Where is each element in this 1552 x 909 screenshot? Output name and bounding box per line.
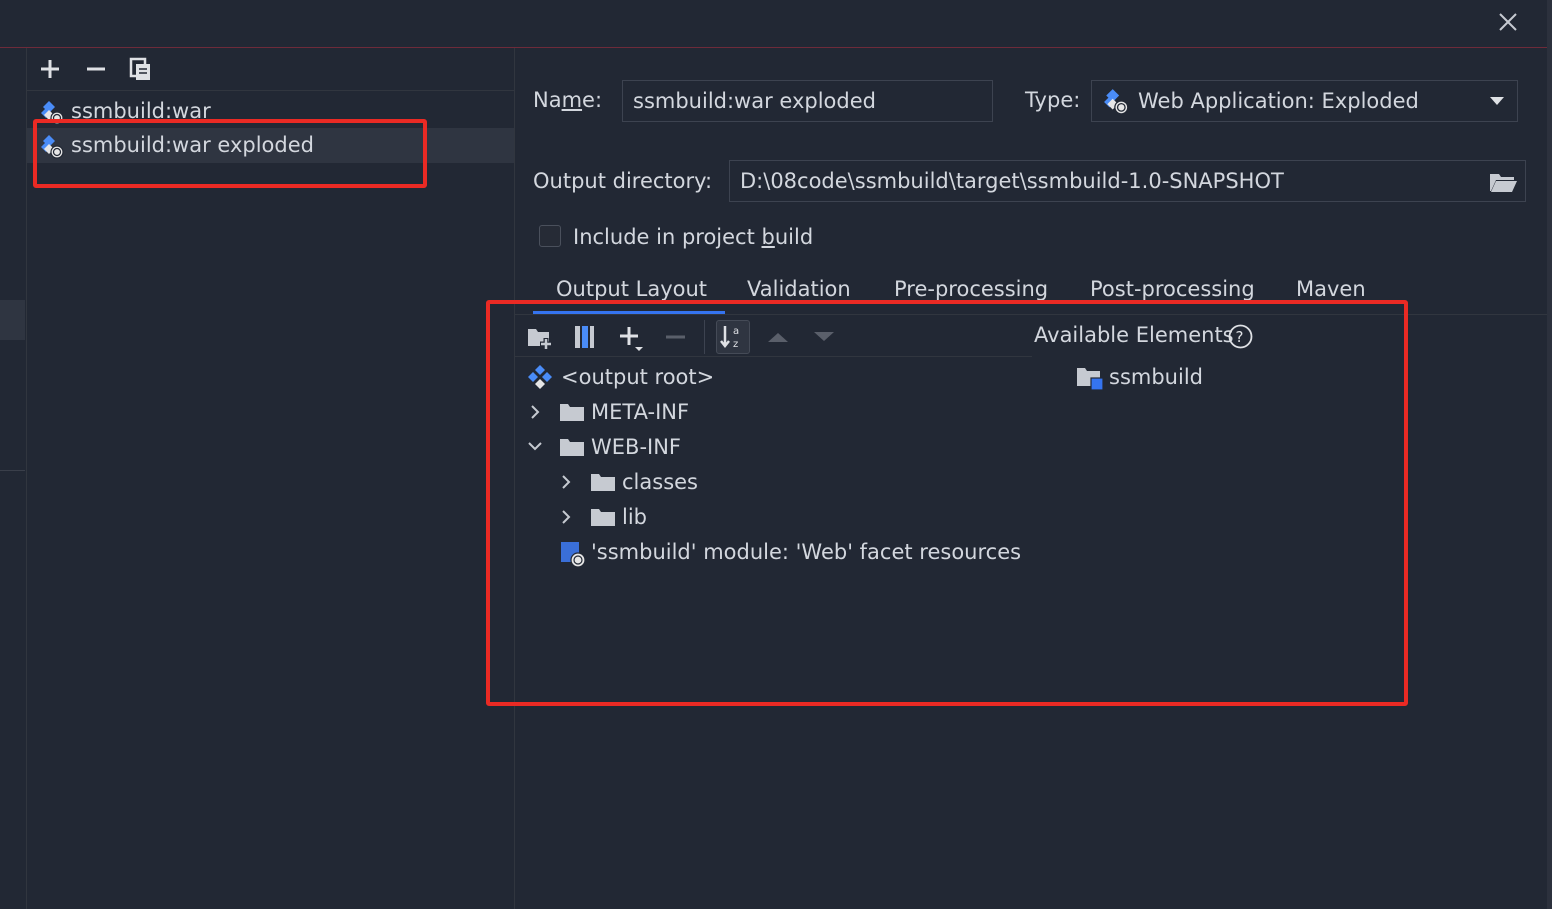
side-strip-selection	[0, 300, 25, 340]
artifact-label: ssmbuild:war exploded	[71, 133, 314, 157]
side-strip	[0, 48, 27, 909]
tab-output-layout[interactable]: Output Layout	[556, 277, 707, 301]
tree-item-label: lib	[622, 505, 647, 529]
window-edge	[1547, 0, 1552, 909]
type-value: Web Application: Exploded	[1138, 89, 1419, 113]
tree-item-label: META-INF	[591, 400, 690, 424]
include-in-build-checkbox[interactable]	[539, 225, 561, 247]
columns-icon[interactable]	[570, 322, 600, 352]
artifact-item-war-exploded[interactable]: ssmbuild:war exploded	[27, 128, 514, 163]
war-exploded-artifact-icon	[40, 134, 66, 160]
output-root-icon	[527, 364, 553, 390]
side-strip-divider	[0, 470, 25, 471]
name-label: Name:	[533, 88, 603, 112]
chevron-down-icon[interactable]	[1488, 95, 1506, 107]
folder-icon	[590, 470, 616, 494]
toolbar-separator	[704, 320, 705, 354]
add-copy-icon[interactable]	[616, 322, 646, 352]
output-directory-label: Output directory:	[533, 169, 713, 193]
available-item-label: ssmbuild	[1109, 365, 1203, 389]
folder-browse-icon[interactable]	[1488, 170, 1518, 194]
output-directory-field[interactable]: D:\08code\ssmbuild\target\ssmbuild-1.0-S…	[729, 160, 1526, 202]
tree-item-web-facet-resources[interactable]: 'ssmbuild' module: 'Web' facet resources	[515, 535, 1032, 570]
tab-pre-processing[interactable]: Pre-processing	[894, 277, 1048, 301]
remove-icon[interactable]	[661, 322, 691, 352]
name-field[interactable]: ssmbuild:war exploded	[622, 80, 993, 122]
folder-icon	[559, 435, 585, 459]
tab-maven[interactable]: Maven	[1296, 277, 1366, 301]
tree-item-label: classes	[622, 470, 698, 494]
available-elements-title: Available Elements	[1034, 323, 1234, 347]
tree-item-classes[interactable]: classes	[515, 465, 1032, 500]
svg-text:a: a	[733, 326, 739, 337]
title-bar	[0, 0, 1552, 48]
new-directory-icon[interactable]	[525, 322, 555, 352]
chevron-right-icon[interactable]	[558, 508, 574, 526]
add-icon[interactable]	[36, 55, 64, 83]
copy-icon[interactable]	[127, 55, 155, 83]
svg-text:z: z	[733, 339, 738, 350]
web-facet-icon	[560, 540, 588, 568]
war-artifact-icon	[40, 100, 66, 126]
chevron-right-icon[interactable]	[558, 473, 574, 491]
close-icon[interactable]	[1494, 8, 1522, 36]
include-in-build-label: Include in project build	[573, 225, 814, 249]
tree-item-label: 'ssmbuild' module: 'Web' facet resources	[591, 540, 1022, 564]
sort-alpha-icon[interactable]: az	[716, 320, 750, 354]
help-icon[interactable]: ?	[1228, 324, 1253, 349]
tab-validation[interactable]: Validation	[747, 277, 851, 301]
module-folder-icon	[1076, 365, 1104, 391]
tree-item-web-inf[interactable]: WEB-INF	[515, 430, 1032, 465]
tree-item-label: <output root>	[561, 365, 715, 389]
move-down-icon[interactable]	[809, 322, 839, 352]
tab-post-processing[interactable]: Post-processing	[1090, 277, 1255, 301]
chevron-right-icon[interactable]	[527, 403, 543, 421]
tree-item-output-root[interactable]: <output root>	[515, 360, 1032, 395]
svg-text:?: ?	[1236, 328, 1244, 346]
folder-icon	[559, 400, 585, 424]
tree-item-label: WEB-INF	[591, 435, 681, 459]
available-item-ssmbuild[interactable]: ssmbuild	[1076, 360, 1376, 395]
artifact-label: ssmbuild:war	[71, 99, 211, 123]
type-dropdown[interactable]: Web Application: Exploded	[1091, 80, 1518, 122]
chevron-down-icon[interactable]	[526, 438, 544, 454]
type-label: Type:	[1025, 88, 1081, 112]
artifacts-panel	[27, 48, 515, 909]
folder-icon	[590, 505, 616, 529]
tabs-divider	[515, 314, 1547, 315]
layout-toolbar-divider	[515, 356, 1032, 357]
web-app-icon	[1103, 88, 1131, 116]
tree-item-lib[interactable]: lib	[515, 500, 1032, 535]
move-up-icon[interactable]	[763, 322, 793, 352]
remove-icon[interactable]	[82, 55, 110, 83]
tree-item-meta-inf[interactable]: META-INF	[515, 395, 1032, 430]
artifact-item-war[interactable]: ssmbuild:war	[27, 94, 514, 129]
